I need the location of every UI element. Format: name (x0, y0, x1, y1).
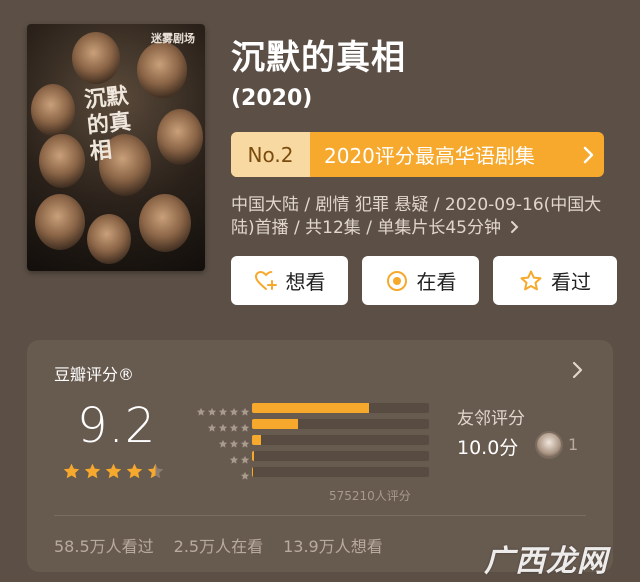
rating-star (125, 462, 144, 481)
rating-star (146, 462, 165, 481)
rating-star (62, 462, 81, 481)
stat-watched[interactable]: 58.5万人看过 (54, 533, 154, 557)
mini-star-icon (240, 450, 250, 464)
distribution-stars (240, 466, 250, 480)
want-button-label: 想看 (285, 270, 326, 294)
rating-star (83, 462, 102, 481)
rank-text: 2020评分最高华语剧集 (324, 144, 535, 168)
distribution-row (180, 416, 440, 432)
rank-number: No.2 (231, 132, 310, 177)
distribution-row (180, 400, 440, 416)
mini-star-icon (240, 418, 250, 432)
mini-star-icon (229, 450, 239, 464)
mini-star-icon (229, 418, 239, 432)
rating-stars (62, 462, 165, 481)
rank-banner[interactable]: No.2 2020评分最高华语剧集 (231, 132, 604, 177)
distribution-bar (252, 451, 254, 461)
mini-star-icon (218, 402, 228, 416)
poster-title: 沉默的真相 (83, 82, 133, 165)
chevron-right-icon (574, 132, 604, 177)
star-icon (520, 270, 542, 290)
want-button[interactable]: 想看 (231, 256, 348, 305)
rating-label: 豆瓣评分® (54, 365, 135, 384)
distribution-track (252, 451, 429, 461)
rating-score: 9.2 (77, 398, 157, 454)
distribution-bar (252, 419, 299, 429)
page-title: 沉默的真相 (231, 38, 406, 78)
rating-count: 575210人评分 (329, 489, 411, 503)
watching-button[interactable]: 在看 (362, 256, 479, 305)
release-year: (2020) (231, 86, 313, 111)
distribution-stars (229, 450, 250, 464)
info-chevron-icon (506, 218, 520, 238)
stat-watching[interactable]: 2.5万人在看 (174, 533, 263, 557)
distribution-stars (196, 402, 250, 416)
show-info[interactable]: 中国大陆 / 剧情 犯罪 悬疑 / 2020-09-16(中国大陆)首播 / 共… (231, 194, 623, 240)
mini-star-icon (207, 418, 217, 432)
distribution-bar (252, 467, 253, 477)
distribution-row (180, 432, 440, 448)
target-icon (386, 270, 407, 291)
watching-button-label: 在看 (416, 270, 457, 294)
mini-star-icon (229, 434, 239, 448)
rating-star (104, 462, 123, 481)
stat-want[interactable]: 13.9万人想看 (283, 533, 383, 557)
action-buttons: 想看 在看 看过 (231, 256, 617, 305)
friends-rating-label: 友邻评分 (457, 409, 525, 429)
distribution-track (252, 419, 429, 429)
mini-star-icon (240, 402, 250, 416)
watermark: 广西龙网 (484, 544, 608, 579)
watched-button[interactable]: 看过 (493, 256, 617, 305)
divider (54, 515, 586, 516)
mini-star-icon (196, 402, 206, 416)
chevron-right-icon (572, 361, 583, 379)
friends-rating-score: 10.0分 (457, 437, 519, 459)
rating-distribution (180, 400, 440, 480)
mini-star-icon (229, 402, 239, 416)
mini-star-icon (218, 434, 228, 448)
heart-plus-icon (254, 270, 277, 290)
mini-star-icon (218, 418, 228, 432)
mini-star-icon (240, 466, 250, 480)
distribution-stars (207, 418, 250, 432)
watched-button-label: 看过 (551, 270, 591, 294)
watch-stats: 58.5万人看过 2.5万人在看 13.9万人想看 (54, 533, 383, 557)
distribution-bar (252, 403, 369, 413)
distribution-stars (218, 434, 250, 448)
poster-brand: 迷雾剧场 (151, 32, 195, 45)
distribution-bar (252, 435, 261, 445)
distribution-track (252, 467, 429, 477)
show-info-text: 中国大陆 / 剧情 犯罪 悬疑 / 2020-09-16(中国大陆)首播 / 共… (231, 195, 602, 238)
distribution-row (180, 448, 440, 464)
friend-avatar[interactable] (535, 431, 563, 459)
distribution-track (252, 435, 429, 445)
poster-image[interactable]: 迷雾剧场 沉默的真相 (27, 24, 205, 271)
mini-star-icon (207, 402, 217, 416)
mini-star-icon (240, 434, 250, 448)
friends-count: 1 (568, 435, 579, 454)
distribution-row (180, 464, 440, 480)
distribution-track (252, 403, 429, 413)
